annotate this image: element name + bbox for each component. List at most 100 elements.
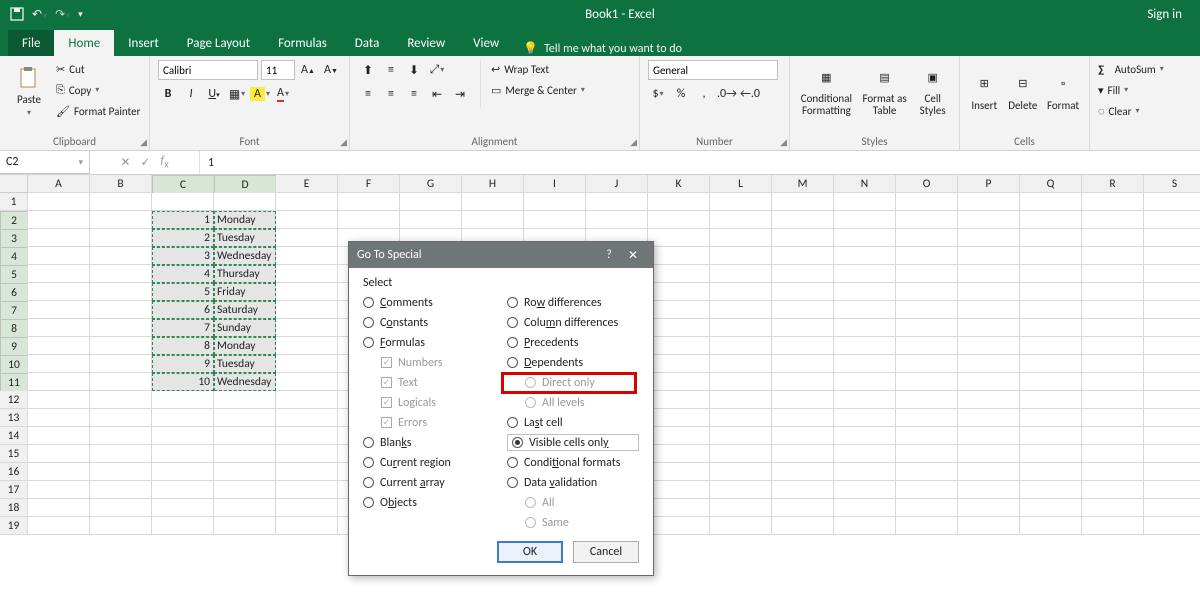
column-header[interactable]: M: [772, 175, 834, 193]
column-header[interactable]: K: [648, 175, 710, 193]
cell[interactable]: [896, 193, 958, 211]
cell[interactable]: [1082, 337, 1144, 355]
cell[interactable]: [1020, 517, 1082, 535]
row-header[interactable]: 6: [0, 283, 28, 303]
cell[interactable]: [1082, 445, 1144, 463]
radio-blanks[interactable]: Blanks: [363, 434, 495, 451]
clear-button[interactable]: ◌Clear▾: [1098, 102, 1164, 120]
fill-button[interactable]: ▾Fill▾: [1098, 81, 1164, 99]
cell[interactable]: [1082, 517, 1144, 535]
row-header[interactable]: 18: [0, 499, 28, 517]
cell[interactable]: [276, 391, 338, 409]
cell[interactable]: [1020, 193, 1082, 211]
cell[interactable]: [90, 319, 152, 337]
column-header[interactable]: S: [1144, 175, 1200, 193]
cell[interactable]: [834, 355, 896, 373]
paste-button[interactable]: Paste ▾: [8, 60, 50, 122]
cell[interactable]: [1144, 427, 1200, 445]
row-header[interactable]: 15: [0, 445, 28, 463]
cell[interactable]: [90, 481, 152, 499]
cell[interactable]: [90, 265, 152, 283]
cell[interactable]: [214, 193, 276, 211]
cell[interactable]: [1082, 499, 1144, 517]
cell[interactable]: [896, 499, 958, 517]
row-header[interactable]: 11: [0, 373, 28, 393]
cell[interactable]: [28, 481, 90, 499]
format-painter-button[interactable]: 🖌Format Painter: [56, 102, 140, 120]
cell[interactable]: [834, 247, 896, 265]
currency-icon[interactable]: $: [648, 84, 668, 104]
font-launcher[interactable]: ◢: [340, 137, 347, 148]
cell[interactable]: [1020, 319, 1082, 337]
cell[interactable]: [772, 391, 834, 409]
cell[interactable]: [1020, 229, 1082, 247]
cell[interactable]: [710, 391, 772, 409]
row-header[interactable]: 7: [0, 301, 28, 321]
cell[interactable]: [400, 193, 462, 211]
cell[interactable]: [214, 517, 276, 535]
cell[interactable]: [834, 319, 896, 337]
cell[interactable]: [1144, 517, 1200, 535]
align-left-icon[interactable]: ≡: [358, 84, 378, 104]
row-header[interactable]: 16: [0, 463, 28, 481]
cell[interactable]: [586, 193, 648, 211]
column-header[interactable]: L: [710, 175, 772, 193]
cell[interactable]: [958, 211, 1020, 229]
cell[interactable]: [1082, 301, 1144, 319]
merge-center-button[interactable]: ▭Merge & Center▾: [491, 81, 585, 99]
row-header[interactable]: 3: [0, 229, 28, 249]
decrease-decimal-icon[interactable]: ←.0: [740, 84, 760, 104]
alignment-launcher[interactable]: ◢: [630, 137, 637, 148]
font-name-select[interactable]: [158, 60, 258, 80]
radio-dependents[interactable]: Dependents: [507, 354, 639, 371]
cell[interactable]: [1082, 229, 1144, 247]
cell[interactable]: [958, 355, 1020, 373]
cell[interactable]: [152, 427, 214, 445]
cell[interactable]: [1020, 247, 1082, 265]
cell[interactable]: [1082, 427, 1144, 445]
cell[interactable]: [834, 445, 896, 463]
cell[interactable]: [276, 463, 338, 481]
cell[interactable]: [90, 211, 152, 229]
column-header[interactable]: E: [276, 175, 338, 193]
cell[interactable]: [834, 229, 896, 247]
cell[interactable]: [896, 463, 958, 481]
cell[interactable]: [834, 283, 896, 301]
cell[interactable]: [958, 247, 1020, 265]
cell[interactable]: [338, 211, 400, 229]
cell[interactable]: [834, 427, 896, 445]
cell[interactable]: [896, 337, 958, 355]
cell[interactable]: [90, 355, 152, 373]
cell[interactable]: [28, 427, 90, 445]
cell[interactable]: [1020, 481, 1082, 499]
cell[interactable]: [958, 229, 1020, 247]
cell[interactable]: [648, 301, 710, 319]
row-header[interactable]: 17: [0, 481, 28, 499]
cell[interactable]: [1020, 355, 1082, 373]
cell[interactable]: [152, 481, 214, 499]
cell[interactable]: [28, 337, 90, 355]
cell[interactable]: [710, 337, 772, 355]
cell[interactable]: [214, 427, 276, 445]
cell[interactable]: [276, 247, 338, 265]
column-header[interactable]: P: [958, 175, 1020, 193]
cell[interactable]: [710, 319, 772, 337]
cell[interactable]: [1020, 409, 1082, 427]
cell[interactable]: [28, 229, 90, 247]
tab-home[interactable]: Home: [54, 30, 114, 56]
radio-constants[interactable]: Constants: [363, 314, 495, 331]
cell[interactable]: [1082, 355, 1144, 373]
cell[interactable]: [896, 445, 958, 463]
cell-styles-button[interactable]: ▣Cell Styles: [914, 60, 951, 122]
cell[interactable]: Thursday: [214, 265, 276, 283]
cell[interactable]: [1020, 211, 1082, 229]
column-header[interactable]: D: [214, 175, 276, 195]
cancel-button[interactable]: Cancel: [573, 541, 639, 563]
cell[interactable]: [834, 481, 896, 499]
delete-cells-button[interactable]: ⊟Delete: [1007, 60, 1040, 122]
tab-view[interactable]: View: [459, 30, 513, 56]
cell[interactable]: [1144, 229, 1200, 247]
cell[interactable]: [896, 427, 958, 445]
cell[interactable]: [276, 445, 338, 463]
cell[interactable]: [90, 499, 152, 517]
